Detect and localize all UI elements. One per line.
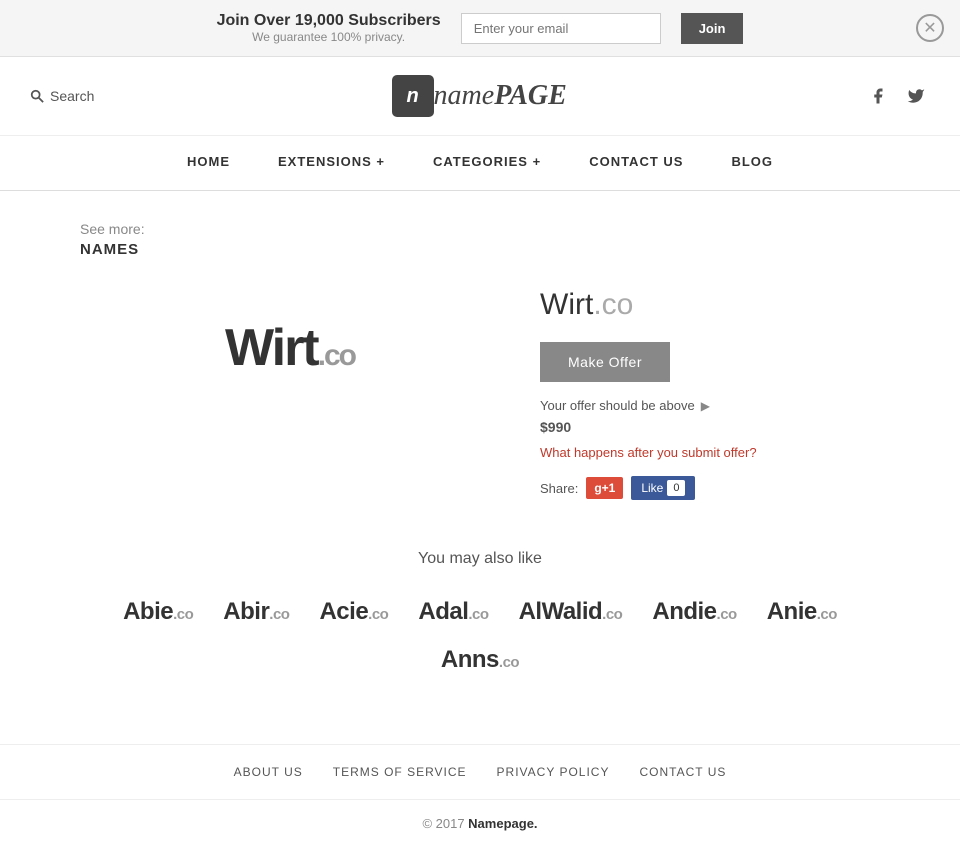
- footer-nav-about[interactable]: ABOUT US: [234, 765, 303, 779]
- see-more-label: See more:: [80, 221, 880, 237]
- arrow-right-icon: ▶: [701, 399, 710, 413]
- also-like-name: Anns: [441, 646, 499, 673]
- domain-name-big: Wirt: [225, 319, 318, 377]
- logo[interactable]: n namePAGE: [392, 75, 567, 117]
- also-like-name: AlWalid: [519, 598, 603, 625]
- also-like-tld: .co: [717, 606, 737, 623]
- main-nav: HOME EXTENSIONS + CATEGORIES + CONTACT U…: [0, 136, 960, 191]
- banner-text: Join Over 19,000 Subscribers We guarante…: [217, 12, 441, 44]
- offer-info: Your offer should be above ▶: [540, 398, 880, 413]
- social-icons: [864, 82, 930, 110]
- also-like-tld: .co: [499, 654, 519, 671]
- make-offer-button[interactable]: Make Offer: [540, 342, 670, 382]
- search-icon: [30, 89, 44, 103]
- nav-blog[interactable]: BLOG: [707, 136, 797, 190]
- domain-logo-area: Wirt.co: [80, 278, 500, 418]
- nav-extensions[interactable]: EXTENSIONS +: [254, 136, 409, 190]
- copy-text: © 2017: [422, 816, 468, 831]
- nav-home[interactable]: HOME: [163, 136, 254, 190]
- close-banner-button[interactable]: ✕: [916, 14, 944, 42]
- content-area: Wirt.co Wirt.co Make Offer Your offer sh…: [80, 278, 880, 500]
- footer-nav-terms[interactable]: TERMS OF SERVICE: [333, 765, 467, 779]
- also-like-name: Abir: [223, 598, 269, 625]
- facebook-icon[interactable]: [864, 82, 892, 110]
- footer-nav: ABOUT US TERMS OF SERVICE PRIVACY POLICY CO…: [0, 745, 960, 800]
- banner-sub-text: We guarantee 100% privacy.: [217, 30, 441, 44]
- domain-info: Wirt.co Make Offer Your offer should be …: [540, 278, 880, 500]
- copy-brand-link[interactable]: Namepage.: [468, 816, 537, 831]
- also-like-item[interactable]: Anie.co: [767, 598, 837, 626]
- domain-logo-big: Wirt.co: [225, 318, 355, 378]
- also-like-tld: .co: [817, 606, 837, 623]
- fb-count: 0: [667, 480, 685, 496]
- facebook-like-button[interactable]: Like 0: [631, 476, 695, 500]
- domain-tld-big: .co: [318, 339, 355, 372]
- offer-price: $990: [540, 419, 880, 435]
- email-input[interactable]: [461, 13, 661, 44]
- also-like-item[interactable]: Acie.co: [319, 598, 388, 626]
- also-like-item[interactable]: Adal.co: [418, 598, 488, 626]
- also-like-name: Abie: [123, 598, 173, 625]
- logo-icon: n: [392, 75, 434, 117]
- also-like-item[interactable]: Andie.co: [652, 598, 736, 626]
- nav-contact[interactable]: CONTACT US: [565, 136, 707, 190]
- domain-tld-title: .co: [593, 288, 633, 321]
- banner-main-text: Join Over 19,000 Subscribers: [217, 12, 441, 30]
- fb-like-label: Like: [641, 481, 663, 495]
- also-like-tld: .co: [468, 606, 488, 623]
- also-like-title: You may also like: [80, 550, 880, 568]
- also-like-name: Anie: [767, 598, 817, 625]
- also-like-tld: .co: [173, 606, 193, 623]
- also-like-tld: .co: [269, 606, 289, 623]
- search-label: Search: [50, 88, 94, 104]
- also-like-name: Andie: [652, 598, 716, 625]
- see-more-names-link[interactable]: NAMES: [80, 241, 139, 258]
- domain-name-title: Wirt: [540, 288, 593, 321]
- also-like-section: You may also like Abie.coAbir.coAcie.coA…: [80, 550, 880, 674]
- also-like-name: Adal: [418, 598, 468, 625]
- gplus-button[interactable]: g+1: [586, 477, 623, 499]
- share-area: Share: g+1 Like 0: [540, 476, 880, 500]
- also-like-item[interactable]: Abir.co: [223, 598, 289, 626]
- also-like-name: Acie: [319, 598, 368, 625]
- footer-nav-privacy[interactable]: PRIVACY POLICY: [497, 765, 610, 779]
- nav-categories[interactable]: CATEGORIES +: [409, 136, 565, 190]
- logo-text: namePAGE: [434, 82, 567, 110]
- header: Search n namePAGE: [0, 57, 960, 136]
- footer-nav-contact[interactable]: CONTACT US: [639, 765, 726, 779]
- also-like-tld: .co: [602, 606, 622, 623]
- main-content: See more: NAMES Wirt.co Wirt.co Make Off…: [0, 191, 960, 704]
- offer-question-link[interactable]: What happens after you submit offer?: [540, 445, 880, 460]
- logo-page: PAGE: [494, 80, 567, 111]
- search-area[interactable]: Search: [30, 88, 94, 104]
- see-more-section: See more: NAMES: [80, 221, 880, 258]
- join-button[interactable]: Join: [681, 13, 744, 44]
- domain-title: Wirt.co: [540, 288, 880, 322]
- twitter-icon[interactable]: [902, 82, 930, 110]
- share-label: Share:: [540, 481, 578, 496]
- logo-name: name: [434, 80, 495, 111]
- top-banner: Join Over 19,000 Subscribers We guarante…: [0, 0, 960, 57]
- footer-copy: © 2017 Namepage.: [0, 800, 960, 847]
- also-like-item[interactable]: Abie.co: [123, 598, 193, 626]
- also-like-item[interactable]: AlWalid.co: [519, 598, 623, 626]
- also-like-grid: Abie.coAbir.coAcie.coAdal.coAlWalid.coAn…: [80, 598, 880, 674]
- also-like-item[interactable]: Anns.co: [441, 646, 519, 674]
- offer-prefix: Your offer should be above: [540, 398, 695, 413]
- also-like-tld: .co: [368, 606, 388, 623]
